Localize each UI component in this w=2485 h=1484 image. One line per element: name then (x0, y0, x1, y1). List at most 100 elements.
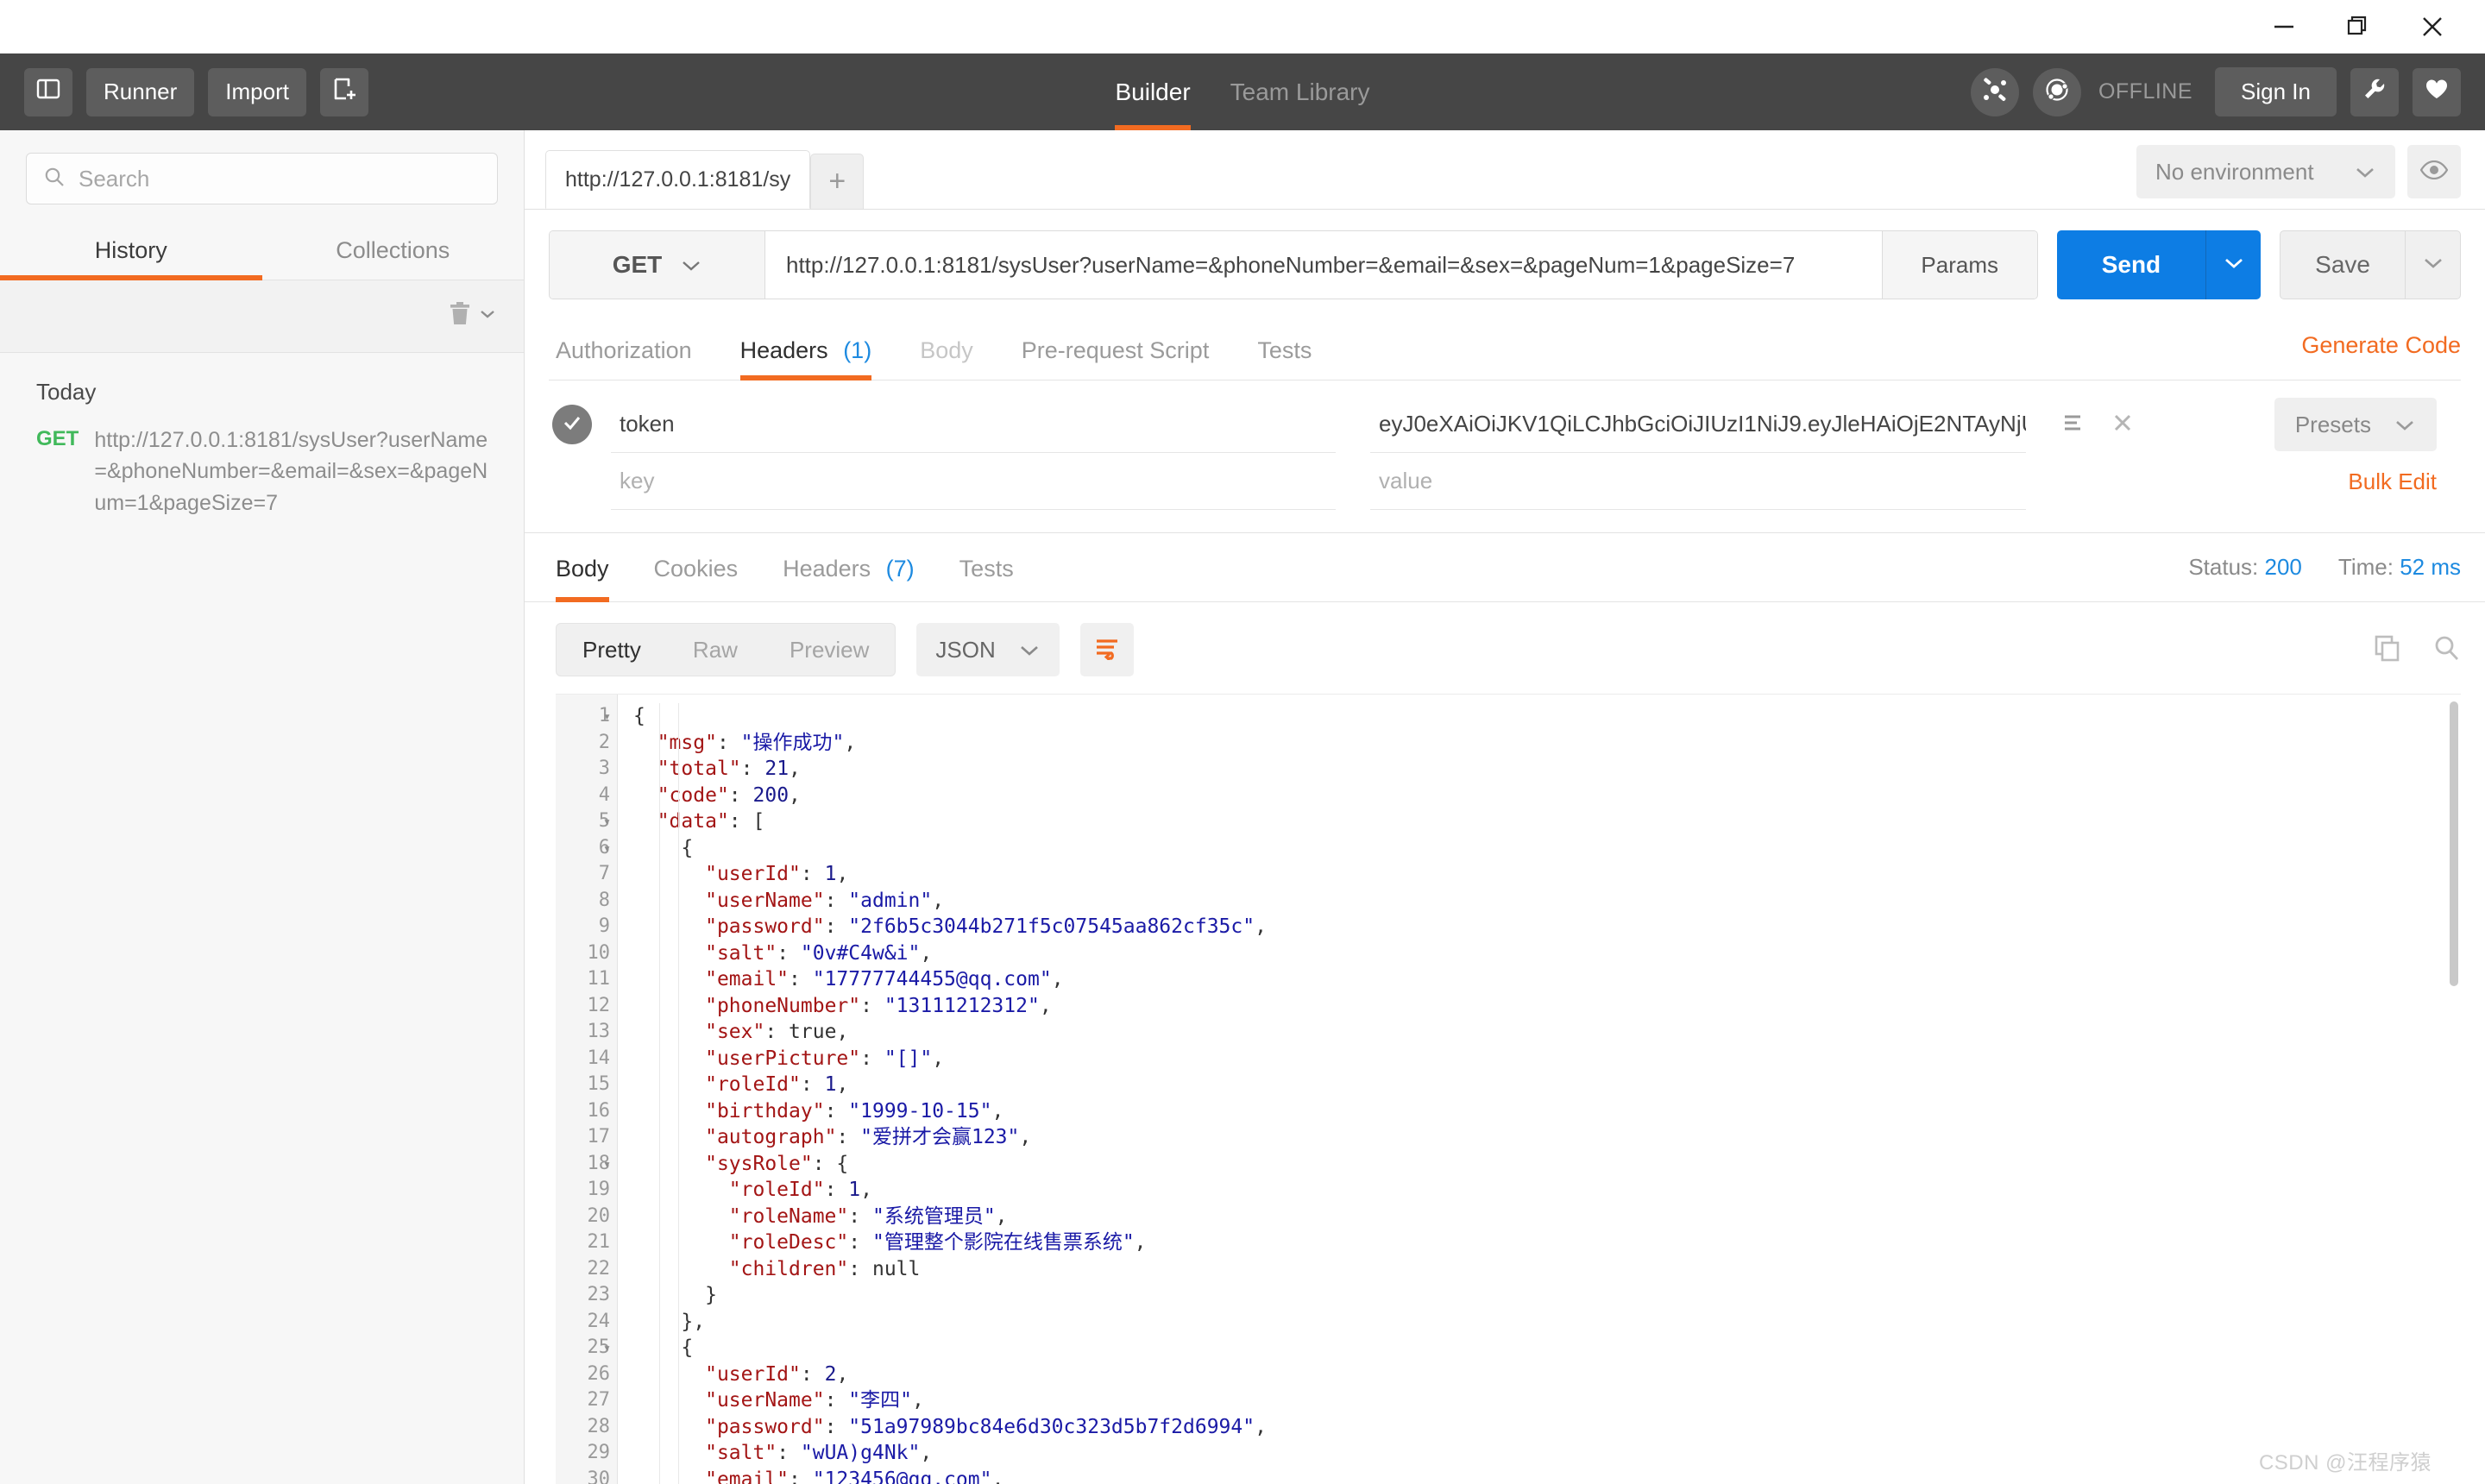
line-number: 1 ▾ (556, 703, 611, 730)
line-number: 28 (587, 1415, 611, 1437)
interceptor-button[interactable] (1970, 67, 2019, 116)
header-key-input-empty[interactable]: key (611, 453, 1336, 510)
response-tab-body[interactable]: Body (556, 533, 609, 602)
code-token: "51a97989bc84e6d30c323d5b7f2d6994" (848, 1415, 1255, 1438)
tab-team-library[interactable]: Team Library (1230, 53, 1370, 130)
response-headers-count: (7) (885, 556, 915, 582)
header-key-field[interactable]: token (611, 396, 1336, 453)
copy-icon[interactable] (2373, 633, 2402, 667)
fold-toggle-icon[interactable]: ▾ (603, 703, 611, 730)
code-token: : (800, 863, 825, 885)
fold-toggle-icon[interactable]: ▾ (603, 808, 611, 835)
response-body-code[interactable]: { "msg": "操作成功", "total": 21, "code": 20… (618, 695, 2461, 1484)
sidebar-tab-collections[interactable]: Collections (262, 223, 525, 280)
environment-quick-look-button[interactable] (2407, 145, 2461, 198)
code-token: "data" (657, 810, 729, 833)
send-options-button[interactable] (2205, 230, 2262, 299)
list-menu-icon[interactable] (2060, 411, 2085, 439)
line-number: 29 (587, 1442, 611, 1463)
clear-history-button[interactable] (448, 301, 496, 331)
response-format-select[interactable]: JSON (916, 623, 1060, 676)
response-scrollbar[interactable] (2450, 701, 2458, 986)
view-mode-pretty[interactable]: Pretty (557, 624, 667, 676)
code-line: } (633, 1282, 2461, 1309)
favorites-button[interactable] (2413, 67, 2461, 116)
code-token: : (824, 915, 849, 938)
request-tab-headers[interactable]: Headers (1) (739, 324, 872, 380)
response-tab-tests[interactable]: Tests (959, 533, 1014, 601)
line-number: 8 (598, 889, 610, 911)
chevron-down-icon (2422, 256, 2444, 274)
http-method-select[interactable]: GET (550, 231, 765, 299)
sign-in-button[interactable]: Sign In (2215, 67, 2337, 116)
import-button[interactable]: Import (208, 67, 306, 116)
code-token: : (728, 783, 753, 807)
code-line: "userName": "admin", (633, 888, 2461, 915)
view-mode-raw[interactable]: Raw (667, 624, 764, 676)
environment-select[interactable]: No environment (2136, 145, 2395, 198)
sync-status-button[interactable] (2032, 67, 2081, 116)
sidebar-tab-history[interactable]: History (0, 223, 262, 280)
code-token: "roleId" (728, 1179, 825, 1201)
code-token: : (824, 889, 849, 912)
send-button[interactable]: Send (2056, 230, 2206, 299)
generate-code-link[interactable]: Generate Code (2301, 332, 2461, 371)
code-token: , (836, 1362, 849, 1386)
code-token: true (789, 1021, 837, 1043)
tab-builder[interactable]: Builder (1115, 53, 1191, 130)
request-tab-tests[interactable]: Tests (1257, 324, 1312, 380)
headers-table: token eyJ0eXAiOiJKV1QiLCJhbGciOiJIUzI1Ni… (549, 380, 2461, 510)
header-enabled-checkbox[interactable] (552, 405, 592, 444)
new-request-button[interactable] (319, 67, 368, 116)
fold-toggle-icon[interactable]: ▾ (603, 835, 611, 862)
request-headers-count: (1) (843, 337, 872, 363)
heart-icon (2424, 76, 2450, 108)
search-box[interactable] (26, 153, 498, 204)
history-item-method: GET (36, 427, 79, 450)
presets-button[interactable]: Presets (2274, 398, 2437, 451)
save-options-button[interactable] (2406, 230, 2461, 299)
response-tab-cookies[interactable]: Cookies (654, 533, 739, 601)
code-line: "roleId": 1, (633, 1177, 2461, 1204)
search-icon[interactable] (2432, 633, 2461, 667)
save-button[interactable]: Save (2280, 230, 2406, 299)
code-token: , (836, 1021, 849, 1043)
response-tab-headers[interactable]: Headers (7) (783, 533, 915, 601)
search-input[interactable] (79, 165, 481, 192)
fold-toggle-icon[interactable]: ▾ (603, 1335, 611, 1361)
history-item[interactable]: GET http://127.0.0.1:8181/sysUser?userNa… (0, 424, 524, 519)
response-tab-headers-label: Headers (783, 556, 871, 582)
header-value-field[interactable]: eyJ0eXAiOiJKV1QiLCJhbGciOiJIUzI1NiJ9.eyJ… (1370, 396, 2026, 453)
word-wrap-button[interactable] (1079, 623, 1134, 676)
header-row-empty: key value Bulk Edit (549, 453, 2461, 510)
code-line: "password": "51a97989bc84e6d30c323d5b7f2… (633, 1414, 2461, 1441)
request-tab-authorization[interactable]: Authorization (556, 324, 692, 380)
code-token: "total" (657, 758, 741, 780)
code-token: "系统管理员" (871, 1204, 996, 1228)
close-icon[interactable] (2111, 411, 2135, 439)
settings-button[interactable] (2350, 67, 2399, 116)
request-tab-body[interactable]: Body (920, 324, 973, 380)
response-status-label: Status: (2188, 554, 2259, 580)
code-line: { (633, 835, 2461, 862)
code-token: , (860, 1179, 872, 1201)
sidebar-toggle-button[interactable] (24, 67, 72, 116)
bulk-edit-link[interactable]: Bulk Edit (2348, 468, 2437, 495)
minimize-button[interactable] (2247, 0, 2321, 53)
line-number: 24 (587, 1310, 611, 1332)
runner-button[interactable]: Runner (86, 67, 195, 116)
request-tab[interactable]: http://127.0.0.1:8181/sy (545, 150, 811, 209)
fold-toggle-icon[interactable]: ▾ (603, 1151, 611, 1178)
request-tab-prerequest-script[interactable]: Pre-request Script (1022, 324, 1210, 380)
close-button[interactable] (2395, 0, 2469, 53)
import-label: Import (225, 79, 289, 104)
new-request-tab-button[interactable]: + (810, 154, 865, 209)
view-mode-preview[interactable]: Preview (764, 624, 895, 676)
params-button[interactable]: Params (1881, 231, 2037, 299)
response-body-viewer[interactable]: 1 ▾ 2 3 4 5 ▾ 6 ▾ 7 8 9 10 11 12 13 14 15 16 17 18 ▾ 19 20 21 22 2… (556, 694, 2461, 1484)
request-builder: GET Params Send (525, 210, 2485, 510)
maximize-button[interactable] (2321, 0, 2395, 53)
request-url-input[interactable] (765, 231, 1882, 299)
header-value-input-empty[interactable]: value (1370, 453, 2026, 510)
code-token: "[]" (884, 1047, 933, 1070)
